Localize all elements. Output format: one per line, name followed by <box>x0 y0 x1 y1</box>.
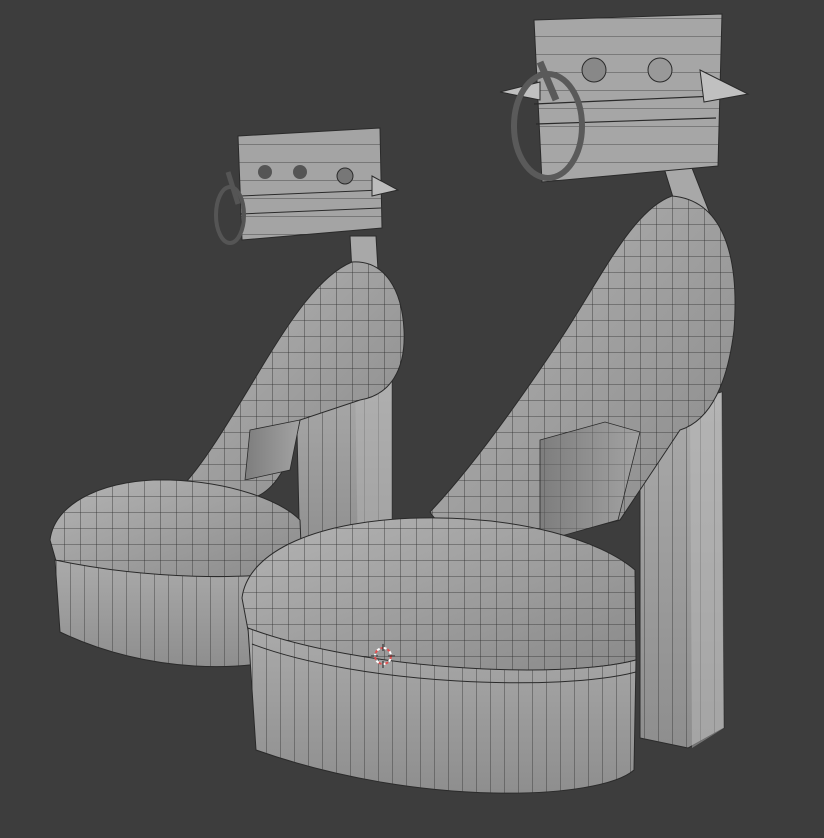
right-shoe-ankle-cuff <box>499 13 750 183</box>
3d-viewport[interactable] <box>0 0 824 838</box>
3d-cursor-icon[interactable] <box>371 644 395 668</box>
scene-render[interactable] <box>0 0 824 838</box>
left-shoe-ankle-cuff <box>214 127 400 245</box>
